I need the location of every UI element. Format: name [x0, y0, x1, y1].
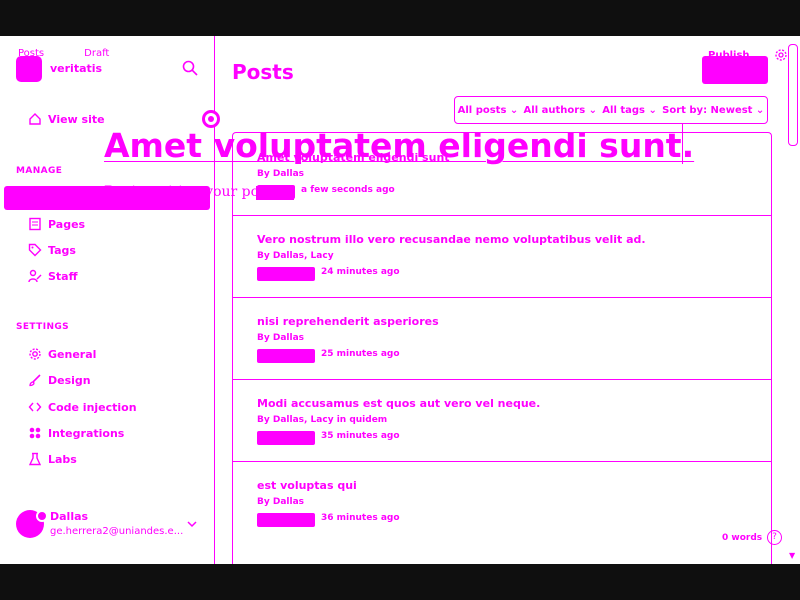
- sort-label: Sort by: Newest: [662, 104, 753, 116]
- filter-type-label: All posts: [457, 104, 507, 116]
- view-site-label: View site: [48, 112, 105, 126]
- filter-tag-label: All tags: [602, 104, 645, 116]
- filter-author-dropdown[interactable]: All authors ⌄: [524, 105, 597, 116]
- tag-icon: [28, 243, 42, 257]
- sidebar: Posts Draft veritatis View site MANAGE P…: [0, 36, 215, 564]
- post-meta: By Dallas: [257, 497, 305, 507]
- user-email: ge.herrera2@uniandes.e...: [50, 526, 184, 537]
- list-item[interactable]: est voluptas qui By Dallas 36 minutes ag…: [233, 461, 771, 543]
- sidebar-item-code-injection[interactable]: Code injection: [28, 400, 137, 414]
- status-badge: [257, 349, 315, 363]
- feature-image-button[interactable]: [202, 110, 220, 128]
- sidebar-item-staff[interactable]: Staff: [28, 269, 78, 283]
- scroll-down-arrow[interactable]: ▼: [789, 551, 795, 560]
- post-time: 25 minutes ago: [321, 349, 400, 359]
- post-title: nisi reprehenderit asperiores: [257, 315, 439, 328]
- list-item[interactable]: Modi accusamus est quos aut vero vel neq…: [233, 379, 771, 462]
- search-icon[interactable]: [182, 60, 198, 76]
- view-site-link[interactable]: View site: [28, 112, 105, 126]
- sidebar-item-label: Labs: [48, 452, 77, 466]
- post-time: 35 minutes ago: [321, 431, 400, 441]
- post-meta: By Dallas: [257, 333, 305, 343]
- post-time: 24 minutes ago: [321, 267, 400, 277]
- brand-name: veritatis: [50, 62, 103, 75]
- brush-icon: [29, 374, 41, 387]
- settings-section-label: SETTINGS: [16, 322, 70, 332]
- sidebar-item-labs[interactable]: Labs: [28, 452, 77, 466]
- manage-section-label: MANAGE: [16, 166, 63, 176]
- text-cursor: [682, 124, 683, 164]
- post-list: Amet voluptatem eligendi sunt By Dallas …: [232, 132, 772, 564]
- list-item[interactable]: Vero nostrum illo vero recusandae nemo v…: [233, 215, 771, 298]
- status-badge: [257, 267, 315, 281]
- sidebar-item-label: Integrations: [48, 426, 125, 440]
- post-body-placeholder[interactable]: Begin writing your post: [104, 184, 272, 200]
- page-icon: [29, 217, 41, 231]
- sidebar-item-tags[interactable]: Tags: [28, 243, 76, 257]
- filter-bar: All posts ⌄ All authors ⌄ All tags ⌄ Sor…: [454, 96, 768, 124]
- filter-tag-dropdown[interactable]: All tags ⌄: [602, 105, 657, 116]
- staff-icon: [28, 269, 42, 283]
- sidebar-item-pages[interactable]: Pages: [28, 217, 85, 231]
- post-meta: By Dallas, Lacy in quidem: [257, 415, 388, 425]
- gear-icon[interactable]: [774, 48, 788, 62]
- sidebar-item-label: Code injection: [48, 400, 137, 414]
- sidebar-item-label: Pages: [48, 217, 86, 231]
- status-badge: [257, 431, 315, 445]
- post-title: Vero nostrum illo vero recusandae nemo v…: [257, 233, 646, 246]
- letterbox-bottom: [0, 564, 800, 600]
- sidebar-item-label: General: [48, 347, 97, 361]
- filter-author-label: All authors: [523, 104, 586, 116]
- home-icon: [29, 113, 41, 125]
- brand-logo[interactable]: [16, 56, 42, 82]
- chevron-down-icon[interactable]: [186, 518, 198, 530]
- draft-status: Draft: [84, 48, 110, 59]
- post-title: Modi accusamus est quos aut vero vel neq…: [257, 397, 541, 410]
- sidebar-item-label: Tags: [48, 243, 76, 257]
- list-item[interactable]: nisi reprehenderit asperiores By Dallas …: [233, 297, 771, 380]
- status-badge: [257, 513, 315, 527]
- sort-dropdown[interactable]: Sort by: Newest ⌄: [662, 105, 764, 116]
- gear-icon: [29, 348, 41, 360]
- new-post-button[interactable]: [702, 56, 768, 84]
- user-name: Dallas: [50, 510, 89, 523]
- sidebar-item-label: Staff: [48, 269, 78, 283]
- post-meta: By Dallas: [257, 169, 305, 179]
- sidebar-item-general[interactable]: General: [28, 347, 96, 361]
- help-icon[interactable]: ?: [767, 530, 782, 545]
- post-time: a few seconds ago: [301, 185, 395, 195]
- word-count: 0 words: [722, 533, 763, 543]
- integrations-icon: [29, 427, 41, 439]
- post-title: est voluptas qui: [257, 479, 357, 492]
- online-status-dot: [36, 510, 48, 522]
- letterbox-top: [0, 0, 800, 36]
- page-title: Posts: [232, 60, 294, 84]
- flask-icon: [28, 452, 42, 466]
- post-title-input[interactable]: Amet voluptatem eligendi sunt.: [104, 126, 694, 165]
- sidebar-item-label: Design: [48, 373, 91, 387]
- app-window: Posts Draft veritatis View site MANAGE P…: [0, 36, 800, 564]
- code-icon: [28, 402, 42, 412]
- sidebar-item-integrations[interactable]: Integrations: [28, 426, 124, 440]
- post-meta: By Dallas, Lacy: [257, 251, 334, 261]
- scrollbar[interactable]: [788, 44, 798, 146]
- post-time: 36 minutes ago: [321, 513, 400, 523]
- sidebar-item-design[interactable]: Design: [28, 373, 91, 387]
- filter-type-dropdown[interactable]: All posts ⌄: [458, 105, 519, 116]
